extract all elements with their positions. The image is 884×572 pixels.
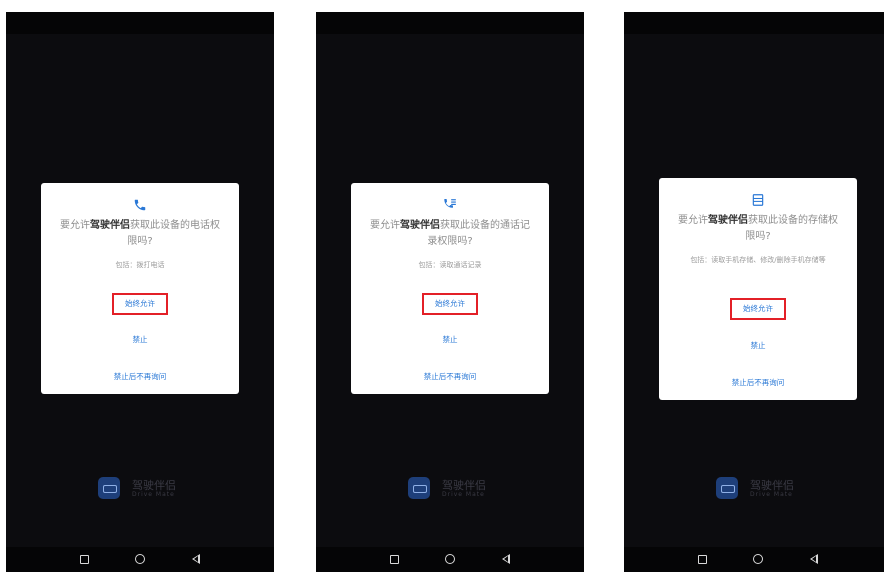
- recent-apps-icon[interactable]: [78, 553, 90, 565]
- permission-dialog: 要允许驾驶伴侣获取此设备的电话权限吗? 包括：拨打电话 始终允许 禁止 禁止后不…: [41, 183, 239, 394]
- status-bar: [316, 12, 584, 34]
- storage-icon: [752, 194, 764, 206]
- navigation-bar: [624, 547, 884, 572]
- deny-never-ask-button[interactable]: 禁止后不再询问: [659, 377, 857, 389]
- recent-apps-icon[interactable]: [696, 553, 708, 565]
- app-branding: 驾驶伴侣 Drive Mate: [408, 477, 528, 507]
- back-icon[interactable]: [808, 553, 820, 565]
- always-allow-button[interactable]: 始终允许: [730, 298, 786, 320]
- dialog-title: 要允许驾驶伴侣获取此设备的电话权限吗?: [60, 220, 220, 247]
- navigation-bar: [6, 547, 274, 572]
- phone-screen-3: 要允许驾驶伴侣获取此设备的存储权限吗? 包括：读取手机存储、修改/删除手机存储等…: [624, 12, 884, 572]
- phone-screen-2: 要允许驾驶伴侣获取此设备的通话记录权限吗? 包括：读取通话记录 始终允许 禁止 …: [316, 12, 584, 572]
- deny-button[interactable]: 禁止: [351, 334, 549, 346]
- navigation-bar: [316, 547, 584, 572]
- home-icon[interactable]: [134, 553, 146, 565]
- back-icon[interactable]: [190, 553, 202, 565]
- status-bar: [6, 12, 274, 34]
- permission-dialog: 要允许驾驶伴侣获取此设备的通话记录权限吗? 包括：读取通话记录 始终允许 禁止 …: [351, 183, 549, 394]
- recent-apps-icon[interactable]: [388, 553, 400, 565]
- permission-dialog: 要允许驾驶伴侣获取此设备的存储权限吗? 包括：读取手机存储、修改/删除手机存储等…: [659, 178, 857, 400]
- app-logo-icon: [98, 477, 120, 499]
- app-name-en: Drive Mate: [132, 491, 175, 498]
- dialog-title: 要允许驾驶伴侣获取此设备的存储权限吗?: [678, 215, 838, 242]
- deny-button[interactable]: 禁止: [659, 340, 857, 352]
- app-name-en: Drive Mate: [750, 491, 793, 498]
- home-icon[interactable]: [444, 553, 456, 565]
- permission-includes: 包括：读取手机存储、修改/删除手机存储等: [690, 256, 826, 264]
- status-bar: [624, 12, 884, 34]
- phone-icon: [134, 199, 146, 211]
- app-name-en: Drive Mate: [442, 491, 485, 498]
- call-log-icon: [444, 199, 456, 208]
- permission-includes: 包括：读取通话记录: [418, 261, 482, 269]
- deny-button[interactable]: 禁止: [41, 334, 239, 346]
- dialog-title: 要允许驾驶伴侣获取此设备的通话记录权限吗?: [370, 220, 530, 247]
- deny-never-ask-button[interactable]: 禁止后不再询问: [351, 371, 549, 383]
- app-branding: 驾驶伴侣 Drive Mate: [716, 477, 836, 507]
- phone-screen-1: 要允许驾驶伴侣获取此设备的电话权限吗? 包括：拨打电话 始终允许 禁止 禁止后不…: [6, 12, 274, 572]
- home-icon[interactable]: [752, 553, 764, 565]
- always-allow-button[interactable]: 始终允许: [422, 293, 478, 315]
- app-branding: 驾驶伴侣 Drive Mate: [98, 477, 218, 507]
- app-logo-icon: [408, 477, 430, 499]
- permission-includes: 包括：拨打电话: [115, 261, 165, 269]
- always-allow-button[interactable]: 始终允许: [112, 293, 168, 315]
- app-logo-icon: [716, 477, 738, 499]
- deny-never-ask-button[interactable]: 禁止后不再询问: [41, 371, 239, 383]
- back-icon[interactable]: [500, 553, 512, 565]
